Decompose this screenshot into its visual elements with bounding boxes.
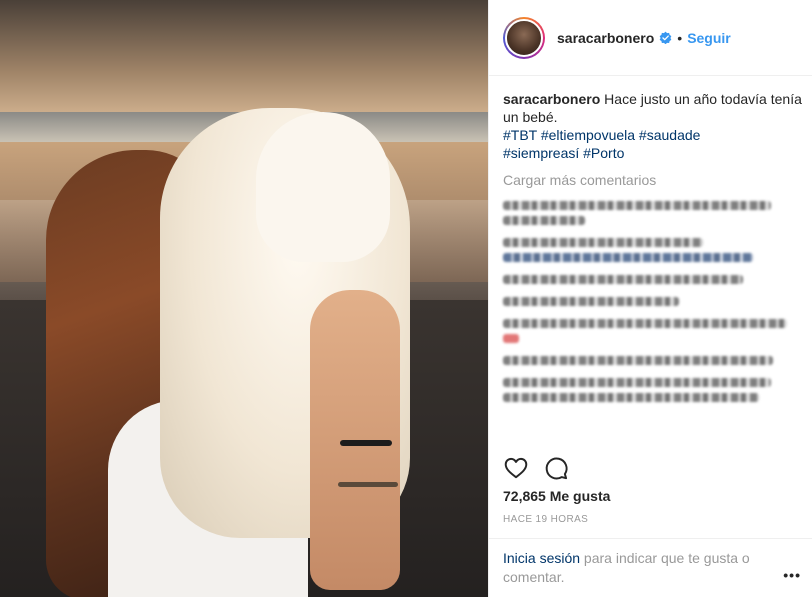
comment-line (503, 356, 773, 365)
avatar[interactable] (505, 18, 543, 57)
login-footer: Inicia sesión para indicar que te gusta … (489, 538, 812, 597)
comment-line (503, 201, 771, 210)
comment-line (503, 297, 679, 306)
login-prompt: Inicia sesión para indicar que te gusta … (503, 549, 773, 587)
follow-button[interactable]: Seguir (687, 30, 731, 46)
post-sidebar: saracarbonero • Seguir saracarbonero Hac… (488, 0, 812, 597)
comment-line (503, 238, 703, 247)
comment-line (503, 378, 771, 387)
comment-line (503, 216, 585, 225)
verified-badge-icon (659, 31, 672, 44)
post-photo[interactable] (0, 0, 488, 597)
likes-count[interactable]: 72,865 Me gusta (503, 488, 610, 504)
comment-line (503, 393, 759, 402)
avatar-story-ring[interactable] (503, 16, 545, 59)
photo-bracelet (340, 440, 392, 446)
comment-bubble-icon[interactable] (543, 455, 569, 481)
load-more-comments-button[interactable]: Cargar más comentarios (503, 172, 803, 188)
header-username[interactable]: saracarbonero (557, 30, 654, 46)
heart-icon[interactable] (503, 455, 529, 481)
caption-username[interactable]: saracarbonero (503, 91, 600, 107)
post-caption: saracarbonero Hace justo un año todavía … (503, 90, 803, 126)
post-actions (503, 455, 569, 481)
blurred-comments (503, 201, 803, 402)
comment-line (503, 319, 787, 328)
photo-baby-hood (256, 112, 390, 262)
header-separator: • (677, 29, 683, 46)
post-timestamp[interactable]: HACE 19 HORAS (503, 514, 588, 525)
comment-line (503, 275, 743, 284)
login-link[interactable]: Inicia sesión (503, 550, 580, 566)
more-options-icon[interactable]: ••• (783, 567, 801, 583)
photo-sky (0, 0, 488, 120)
comment-line (503, 253, 753, 262)
comment-line (503, 334, 519, 343)
caption-hashtags[interactable]: #TBT #eltiempovuela #saudade (503, 126, 803, 144)
post-header: saracarbonero • Seguir (489, 0, 812, 76)
caption-hashtags-2[interactable]: #siempreasí #Porto (503, 144, 803, 162)
photo-bracelet-2 (338, 482, 398, 487)
comments-area: saracarbonero Hace justo un año todavía … (503, 90, 803, 402)
